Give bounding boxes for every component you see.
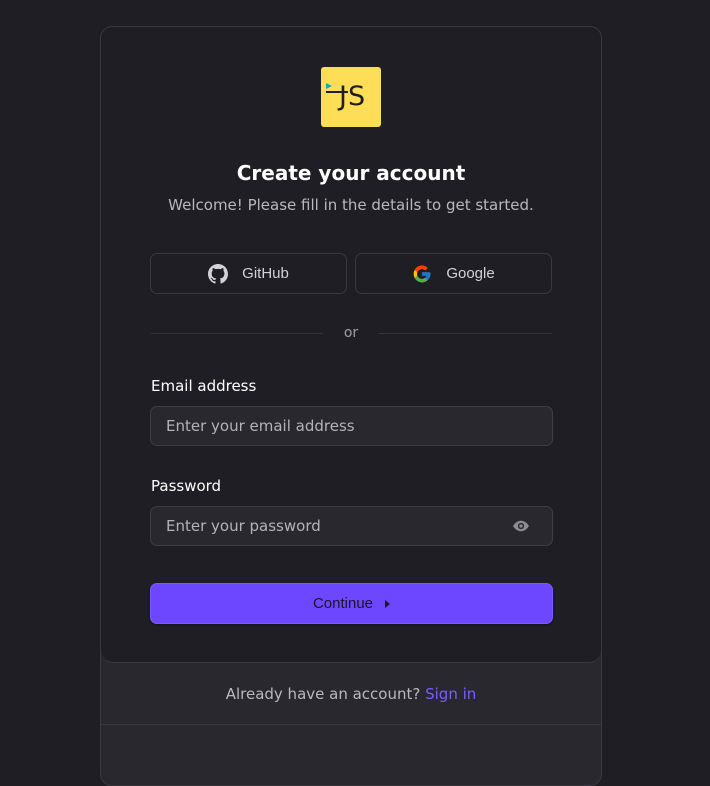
sign-in-link[interactable]: Sign in	[425, 685, 476, 703]
google-button[interactable]: Google	[355, 253, 552, 294]
sign-in-prompt: Already have an account? Sign in	[101, 685, 601, 703]
eye-icon[interactable]	[512, 517, 530, 535]
email-label: Email address	[151, 377, 257, 395]
google-icon	[413, 265, 431, 282]
continue-button[interactable]: Continue	[150, 583, 553, 624]
footer-divider	[101, 724, 601, 725]
sign-in-prompt-text: Already have an account?	[225, 685, 421, 703]
page-subtitle: Welcome! Please fill in the details to g…	[168, 196, 534, 214]
email-input[interactable]	[150, 406, 553, 446]
google-button-label: Google	[446, 265, 495, 282]
sign-up-card: JS Create your account Welcome! Please f…	[101, 27, 601, 663]
password-input[interactable]	[150, 506, 553, 546]
play-icon	[385, 599, 391, 608]
github-icon	[208, 263, 229, 284]
app-logo: JS	[321, 67, 381, 127]
divider-line-right	[379, 333, 552, 334]
github-button-label: GitHub	[242, 265, 289, 282]
page-title: Create your account	[236, 161, 466, 185]
github-button[interactable]: GitHub	[150, 253, 347, 294]
password-label: Password	[151, 477, 222, 495]
logo-text: JS	[339, 81, 367, 112]
auth-frame: JS Create your account Welcome! Please f…	[100, 26, 602, 786]
continue-button-label: Continue	[312, 595, 374, 612]
logo-play-mark	[326, 83, 332, 89]
